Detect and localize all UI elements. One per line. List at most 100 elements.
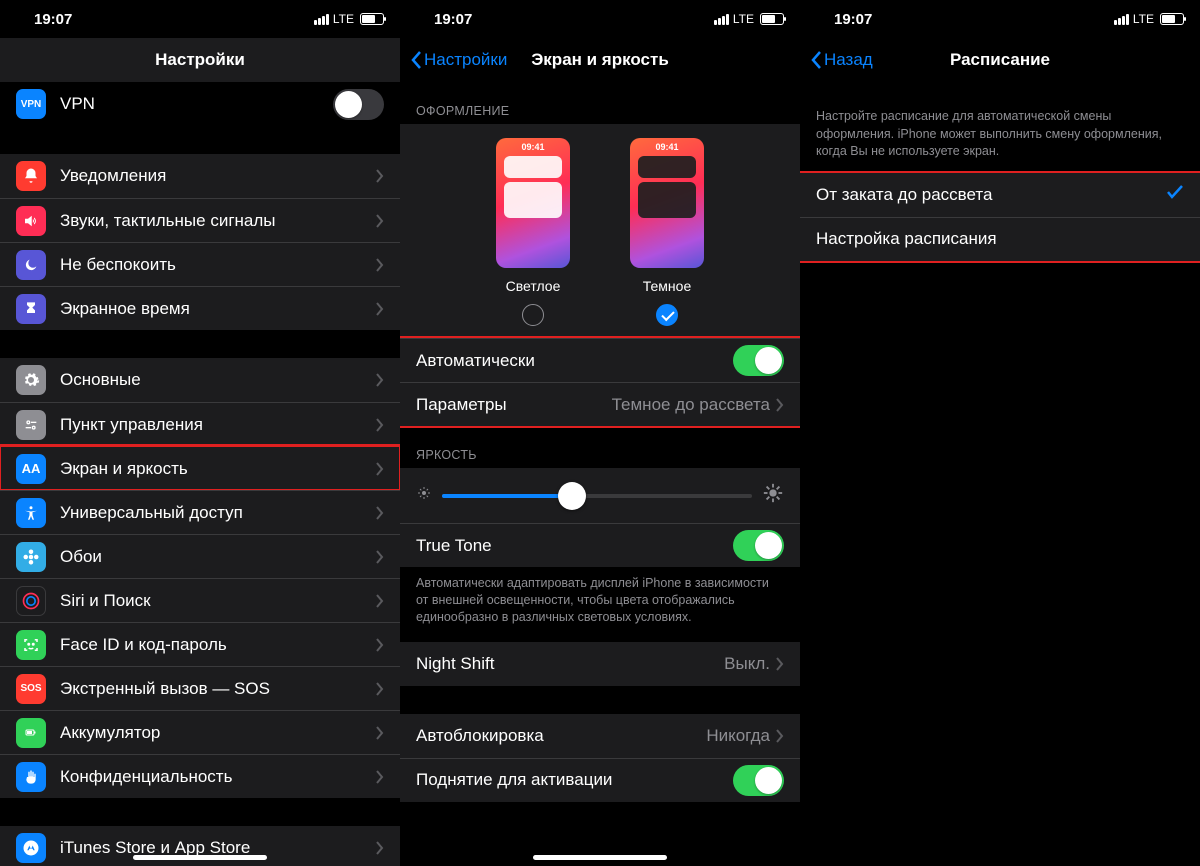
signal-icon [714, 14, 729, 25]
sun-small-icon [416, 485, 432, 506]
truetone-footer: Автоматически адаптировать дисплей iPhon… [400, 567, 800, 630]
chevron-right-icon [376, 214, 384, 228]
row-options[interactable]: Параметры Темное до рассвета [400, 382, 800, 426]
row-label: Автоблокировка [416, 726, 706, 746]
settings-row-wallpaper[interactable]: Обои [0, 534, 400, 578]
truetone-toggle[interactable] [733, 530, 784, 561]
page-title: Настройки [0, 50, 400, 70]
section-header-appearance: ОФОРМЛЕНИЕ [400, 82, 800, 124]
automatic-toggle[interactable] [733, 345, 784, 376]
chevron-right-icon [376, 682, 384, 696]
settings-row-screentime[interactable]: Экранное время [0, 286, 400, 330]
chevron-right-icon [376, 770, 384, 784]
settings-row-appstore[interactable]: iTunes Store и App Store [0, 826, 400, 866]
row-sunset-sunrise[interactable]: От заката до рассвета [800, 173, 1200, 217]
row-custom-schedule[interactable]: Настройка расписания [800, 217, 1200, 261]
settings-group-2: Основные Пункт управления AA Экран и ярк… [0, 358, 400, 798]
settings-row-dnd[interactable]: Не беспокоить [0, 242, 400, 286]
settings-row-display[interactable]: AA Экран и яркость [0, 446, 400, 490]
home-indicator[interactable] [533, 855, 667, 860]
row-label: VPN [60, 94, 333, 114]
chevron-right-icon [376, 373, 384, 387]
network-label: LTE [1133, 12, 1154, 26]
status-bar: 19:07 LTE [800, 0, 1200, 38]
network-label: LTE [333, 12, 354, 26]
settings-row-siri[interactable]: Siri и Поиск [0, 578, 400, 622]
row-label: Night Shift [416, 654, 724, 674]
row-detail: Выкл. [724, 654, 770, 674]
appearance-option-dark[interactable]: 09:41 Темное [630, 138, 704, 326]
signal-icon [314, 14, 329, 25]
settings-row-vpn[interactable]: VPN VPN [0, 82, 400, 126]
chevron-right-icon [376, 638, 384, 652]
sun-large-icon [762, 482, 784, 509]
back-button[interactable]: Настройки [410, 50, 507, 70]
row-label: Пункт управления [60, 415, 376, 435]
settings-row-controlcenter[interactable]: Пункт управления [0, 402, 400, 446]
row-label: Экстренный вызов — SOS [60, 679, 376, 699]
brightness-slider[interactable] [442, 494, 752, 498]
row-label: Не беспокоить [60, 255, 376, 275]
battery-icon [360, 13, 384, 25]
back-button[interactable]: Назад [810, 50, 873, 70]
home-indicator[interactable] [133, 855, 267, 860]
raise-toggle[interactable] [733, 765, 784, 796]
settings-row-accessibility[interactable]: Универсальный доступ [0, 490, 400, 534]
dark-radio[interactable] [656, 304, 678, 326]
row-label: Аккумулятор [60, 723, 376, 743]
settings-row-battery[interactable]: Аккумулятор [0, 710, 400, 754]
chevron-right-icon [376, 726, 384, 740]
settings-row-general[interactable]: Основные [0, 358, 400, 402]
display-settings-screen: 19:07 LTE Настройки Экран и яркость ОФОР… [400, 0, 800, 866]
bell-icon [16, 161, 46, 191]
row-label: Face ID и код-пароль [60, 635, 376, 655]
row-truetone[interactable]: True Tone [400, 523, 800, 567]
schedule-options-highlight: От заката до рассвета Настройка расписан… [800, 173, 1200, 261]
appearance-picker: 09:41 Светлое 09:41 Темное [400, 124, 800, 338]
battery-icon [760, 13, 784, 25]
settings-root-screen: 19:07 LTE Настройки VPN VPN Уведомления … [0, 0, 400, 866]
settings-row-sounds[interactable]: Звуки, тактильные сигналы [0, 198, 400, 242]
chevron-right-icon [376, 462, 384, 476]
row-nightshift[interactable]: Night Shift Выкл. [400, 642, 800, 686]
vpn-icon: VPN [16, 89, 46, 119]
row-autolock[interactable]: Автоблокировка Никогда [400, 714, 800, 758]
chevron-right-icon [376, 169, 384, 183]
sound-icon [16, 206, 46, 236]
nav-bar: Назад Расписание [800, 38, 1200, 82]
light-radio[interactable] [522, 304, 544, 326]
row-label: Обои [60, 547, 376, 567]
battery-icon [1160, 13, 1184, 25]
network-label: LTE [733, 12, 754, 26]
settings-group-3: iTunes Store и App Store [0, 826, 400, 866]
back-label: Настройки [424, 50, 507, 70]
moon-icon [16, 250, 46, 280]
schedule-screen: 19:07 LTE Назад Расписание Настройте рас… [800, 0, 1200, 866]
dark-label: Темное [643, 278, 691, 294]
vpn-toggle[interactable] [333, 89, 384, 120]
status-time: 19:07 [434, 11, 472, 28]
settings-row-privacy[interactable]: Конфиденциальность [0, 754, 400, 798]
settings-group-1: Уведомления Звуки, тактильные сигналы Не… [0, 154, 400, 330]
row-label: Звуки, тактильные сигналы [60, 211, 376, 231]
row-label: Экранное время [60, 299, 376, 319]
status-time: 19:07 [834, 11, 872, 28]
row-label: Основные [60, 370, 376, 390]
brightness-row [400, 468, 800, 523]
checkmark-icon [1166, 184, 1184, 205]
row-label: Siri и Поиск [60, 591, 376, 611]
gear-icon [16, 365, 46, 395]
status-time: 19:07 [34, 11, 72, 28]
row-raise[interactable]: Поднятие для активации [400, 758, 800, 802]
settings-row-notifications[interactable]: Уведомления [0, 154, 400, 198]
appearance-option-light[interactable]: 09:41 Светлое [496, 138, 570, 326]
settings-row-faceid[interactable]: Face ID и код-пароль [0, 622, 400, 666]
signal-icon [1114, 14, 1129, 25]
row-automatic[interactable]: Автоматически [400, 338, 800, 382]
row-label: Настройка расписания [816, 229, 1184, 249]
row-label: Уведомления [60, 166, 376, 186]
row-label: Конфиденциальность [60, 767, 376, 787]
chevron-right-icon [376, 302, 384, 316]
chevron-right-icon [376, 550, 384, 564]
settings-row-sos[interactable]: SOS Экстренный вызов — SOS [0, 666, 400, 710]
